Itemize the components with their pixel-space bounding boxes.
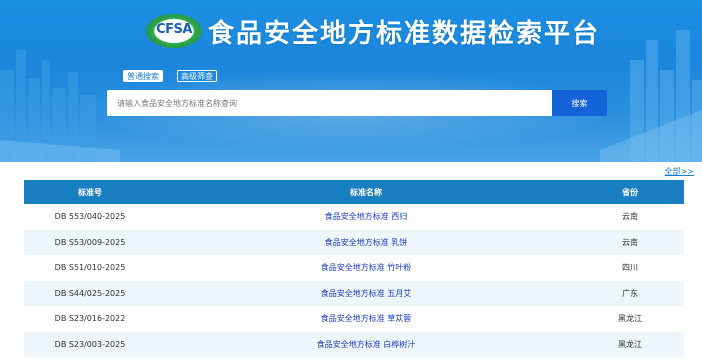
table-row: DB S53/009-2025 食品安全地方标准 乳饼 云南 <box>24 229 684 255</box>
search-button[interactable]: 搜索 <box>552 90 607 116</box>
results-table: 标准号 标准名称 省份 DB 553/040-2025 食品安全地方标准 西归 … <box>24 180 684 357</box>
standard-name-link[interactable]: 食品安全地方标准 五月艾 <box>156 288 576 299</box>
tab-basic-search[interactable]: 普通搜索 <box>123 70 163 82</box>
standard-number: DB S23/003-2025 <box>54 339 126 349</box>
table-body: DB 553/040-2025 食品安全地方标准 西归 云南 DB S53/00… <box>24 204 684 357</box>
table-row: DB S44/025-2025 食品安全地方标准 五月艾 广东 <box>24 280 684 306</box>
site-title: 食品安全地方标准数据检索平台 <box>208 18 601 49</box>
standard-name-link[interactable]: 食品安全地方标准 西归 <box>156 211 576 222</box>
column-header-province: 省份 <box>622 187 638 197</box>
table-row: DB 553/040-2025 食品安全地方标准 西归 云南 <box>24 204 684 230</box>
standard-number: DB S51/010-2025 <box>54 263 126 273</box>
table-row: DB S23/016-2022 食品安全地方标准 草苁蓉 黑龙江 <box>24 306 684 332</box>
site-header: CFSA 食品安全地方标准数据检索平台 <box>146 9 600 53</box>
standard-number: DB 553/040-2025 <box>54 212 126 222</box>
province: 云南 <box>622 212 638 222</box>
province: 四川 <box>622 263 638 273</box>
tab-advanced-search[interactable]: 高级筛查 <box>177 70 217 82</box>
standard-name-link[interactable]: 食品安全地方标准 白桦树汁 <box>156 339 576 350</box>
table-row: DB S51/010-2025 食品安全地方标准 竹叶粉 四川 <box>24 255 684 281</box>
search-input[interactable] <box>107 90 552 116</box>
province: 黑龙江 <box>618 339 642 349</box>
province: 云南 <box>622 237 638 247</box>
standard-number: DB S53/009-2025 <box>54 237 126 247</box>
standard-name-link[interactable]: 食品安全地方标准 草苁蓉 <box>156 313 576 324</box>
province: 黑龙江 <box>618 314 642 324</box>
view-all-link[interactable]: 全部>> <box>665 166 694 177</box>
table-row: DB S23/003-2025 食品安全地方标准 白桦树汁 黑龙江 <box>24 331 684 357</box>
standard-number: DB S44/025-2025 <box>54 288 126 298</box>
standard-name-link[interactable]: 食品安全地方标准 竹叶粉 <box>156 262 576 273</box>
logo-text: CFSA <box>156 22 192 37</box>
cfsa-logo[interactable]: CFSA <box>146 14 202 48</box>
table-header: 标准号 标准名称 省份 <box>24 180 684 204</box>
standard-name-link[interactable]: 食品安全地方标准 乳饼 <box>156 237 576 248</box>
search-mode-tabs: 普通搜索 高级筛查 <box>123 70 217 82</box>
standard-number: DB S23/016-2022 <box>54 314 126 324</box>
province: 广东 <box>622 288 638 298</box>
column-header-standard-name: 标准名称 <box>350 187 382 197</box>
column-header-standard-number: 标准号 <box>78 187 102 197</box>
